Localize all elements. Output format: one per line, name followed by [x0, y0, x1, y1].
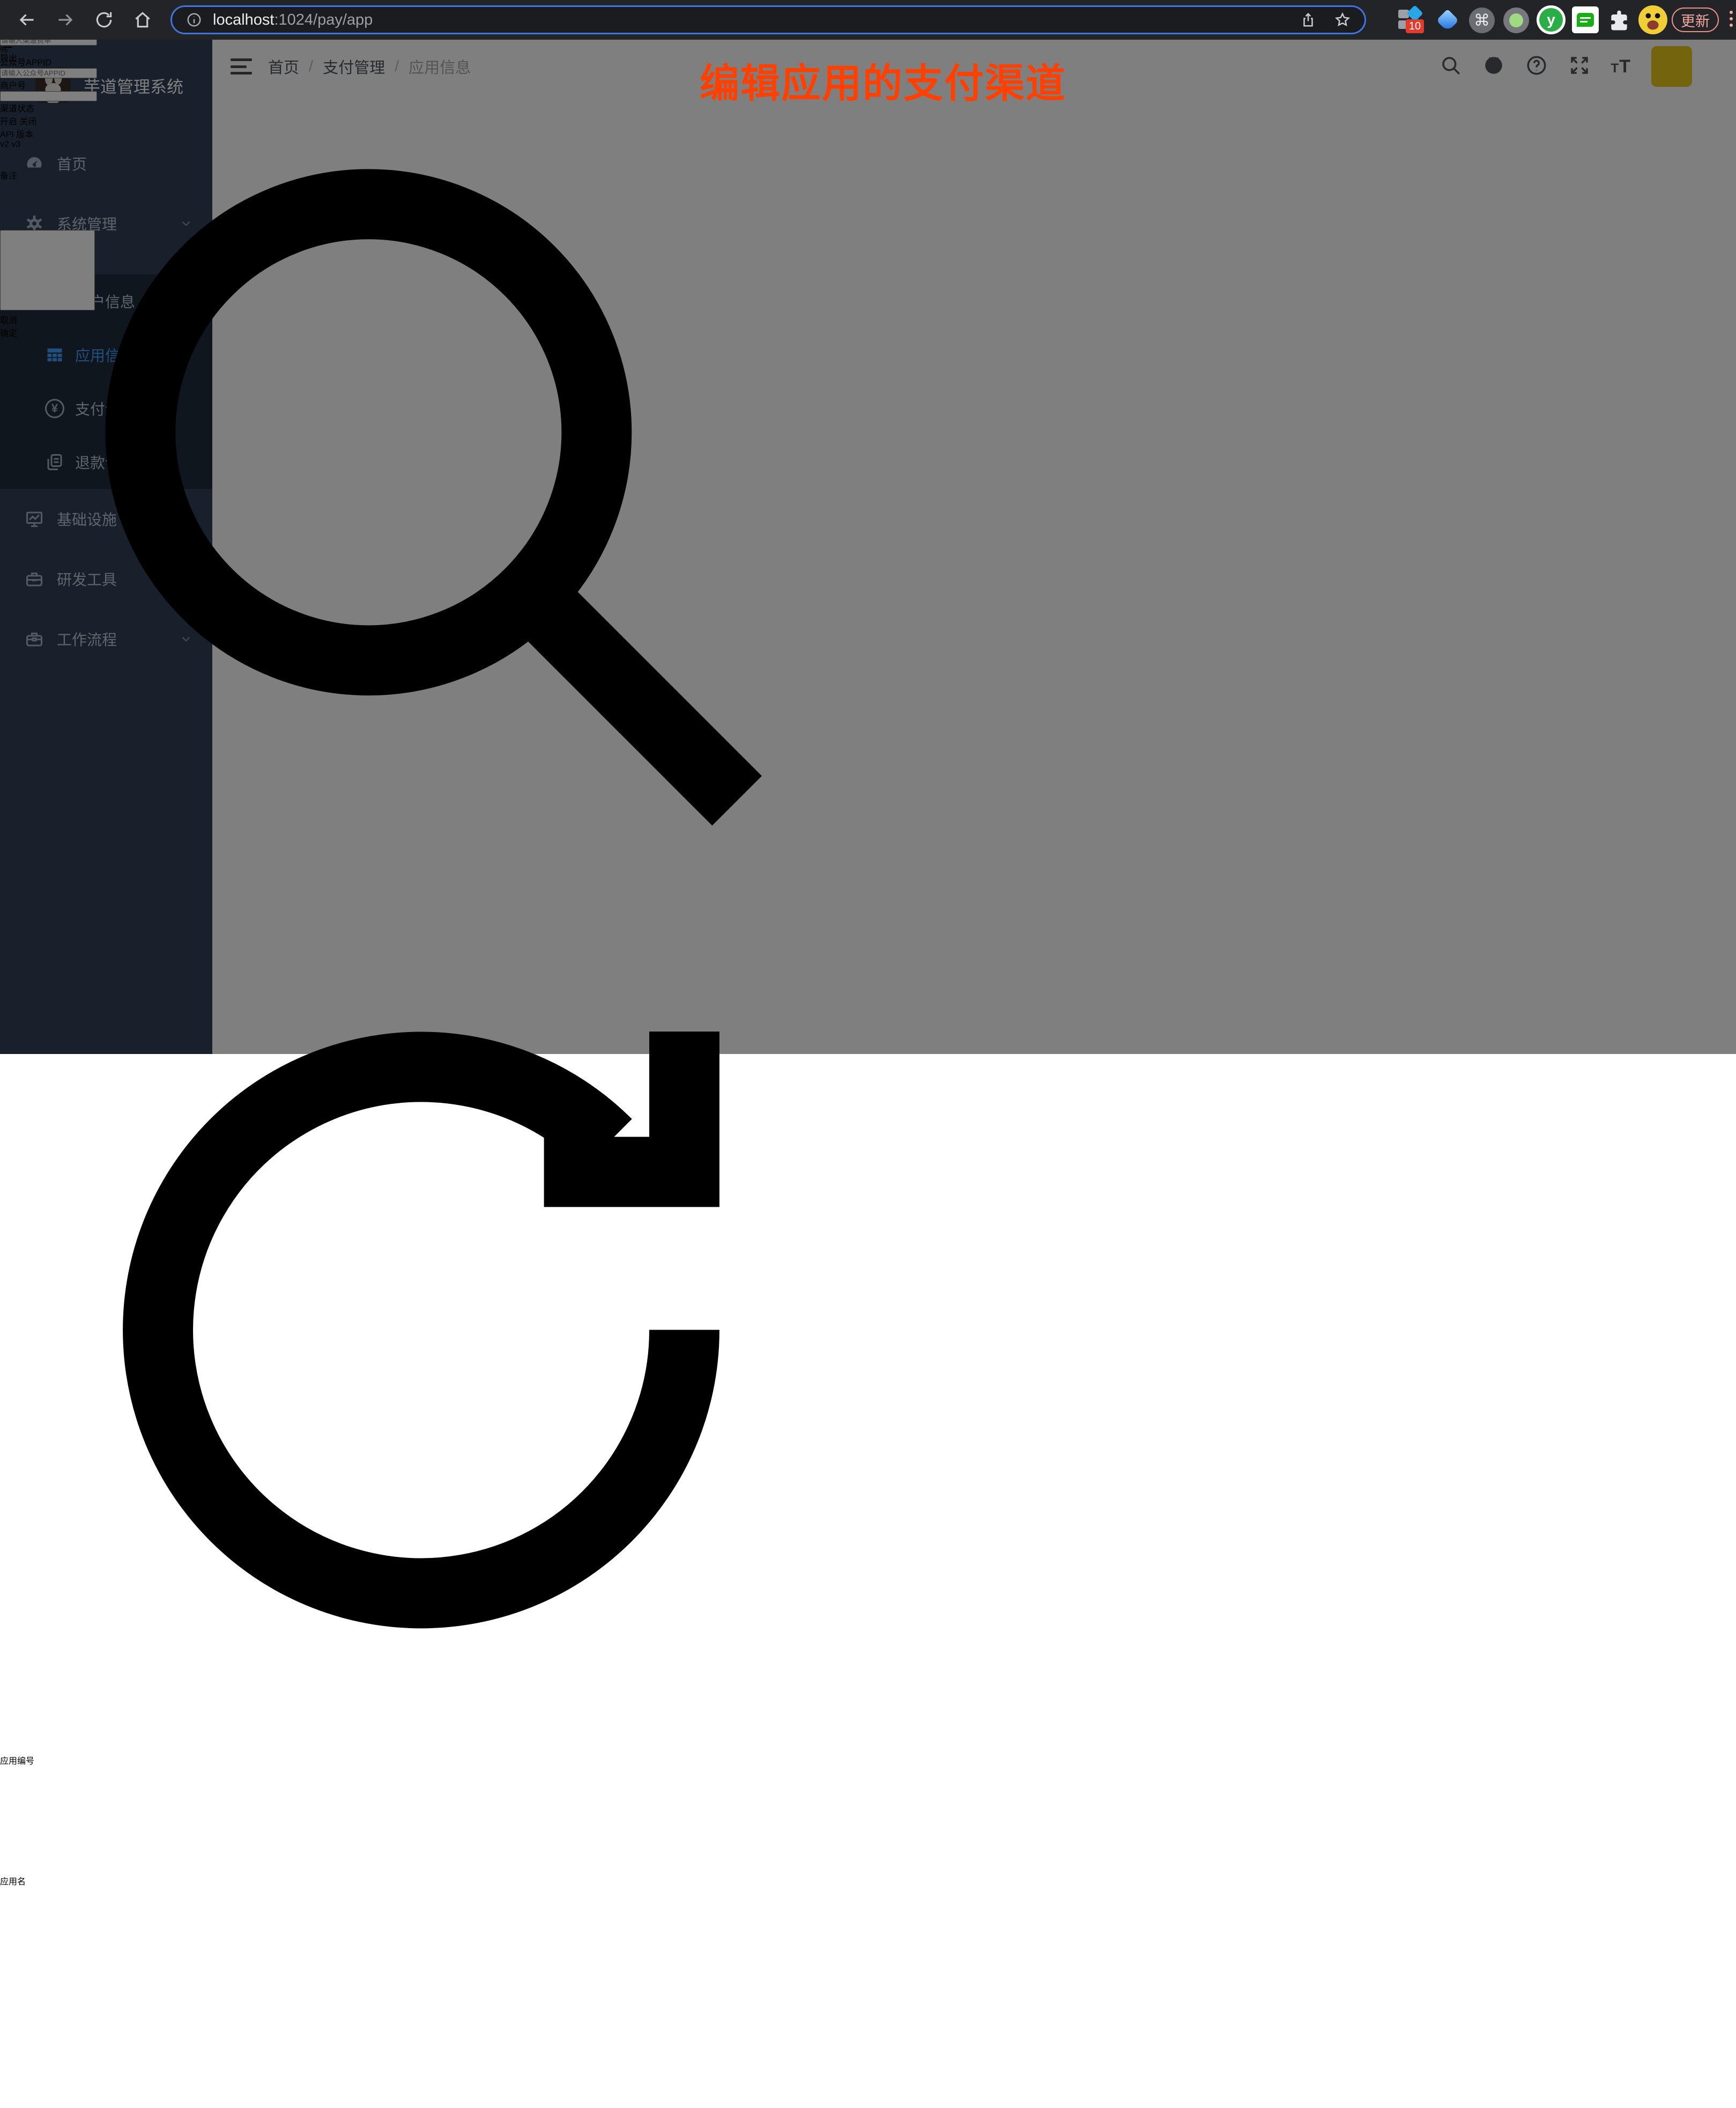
yuque-extension-icon[interactable]: y	[1537, 5, 1566, 34]
tab-manager-extension-icon[interactable]: 10	[1397, 8, 1425, 33]
browser-update-button[interactable]: 更新	[1672, 8, 1719, 32]
url-host: localhost	[213, 11, 274, 28]
green-dot-extension-icon[interactable]	[1503, 8, 1529, 33]
command-extension-icon[interactable]: ⌘	[1469, 8, 1495, 33]
browser-toolbar: localhost:1024/pay/app 10 ⌘ y 更新	[0, 0, 1736, 40]
modal-overlay[interactable]	[0, 40, 1736, 1054]
browser-menu-dots-icon[interactable]	[1730, 11, 1733, 27]
column-header-app-id: 应用编号	[0, 1754, 118, 1874]
share-icon[interactable]	[1300, 12, 1316, 28]
annotation-text: 编辑应用的支付渠道	[700, 51, 1066, 109]
emoji-avatar-extension-icon[interactable]	[1638, 5, 1667, 34]
browser-forward-icon[interactable]	[54, 8, 77, 32]
address-bar[interactable]: localhost:1024/pay/app	[170, 5, 1366, 34]
browser-back-icon[interactable]	[15, 8, 39, 32]
column-header-app-name: 应用名	[0, 1874, 109, 1995]
url-path: :1024/pay/app	[274, 11, 373, 28]
kite-extension-icon[interactable]	[1435, 8, 1460, 33]
chat-extension-icon[interactable]	[1572, 6, 1599, 33]
extensions-puzzle-icon[interactable]	[1606, 8, 1632, 33]
bookmark-star-icon[interactable]	[1334, 12, 1351, 28]
browser-home-icon[interactable]	[131, 8, 154, 32]
browser-reload-icon[interactable]	[92, 8, 116, 32]
extension-badge: 10	[1406, 19, 1424, 33]
column-header-hidden	[0, 1995, 842, 2108]
site-info-icon[interactable]	[186, 12, 202, 28]
